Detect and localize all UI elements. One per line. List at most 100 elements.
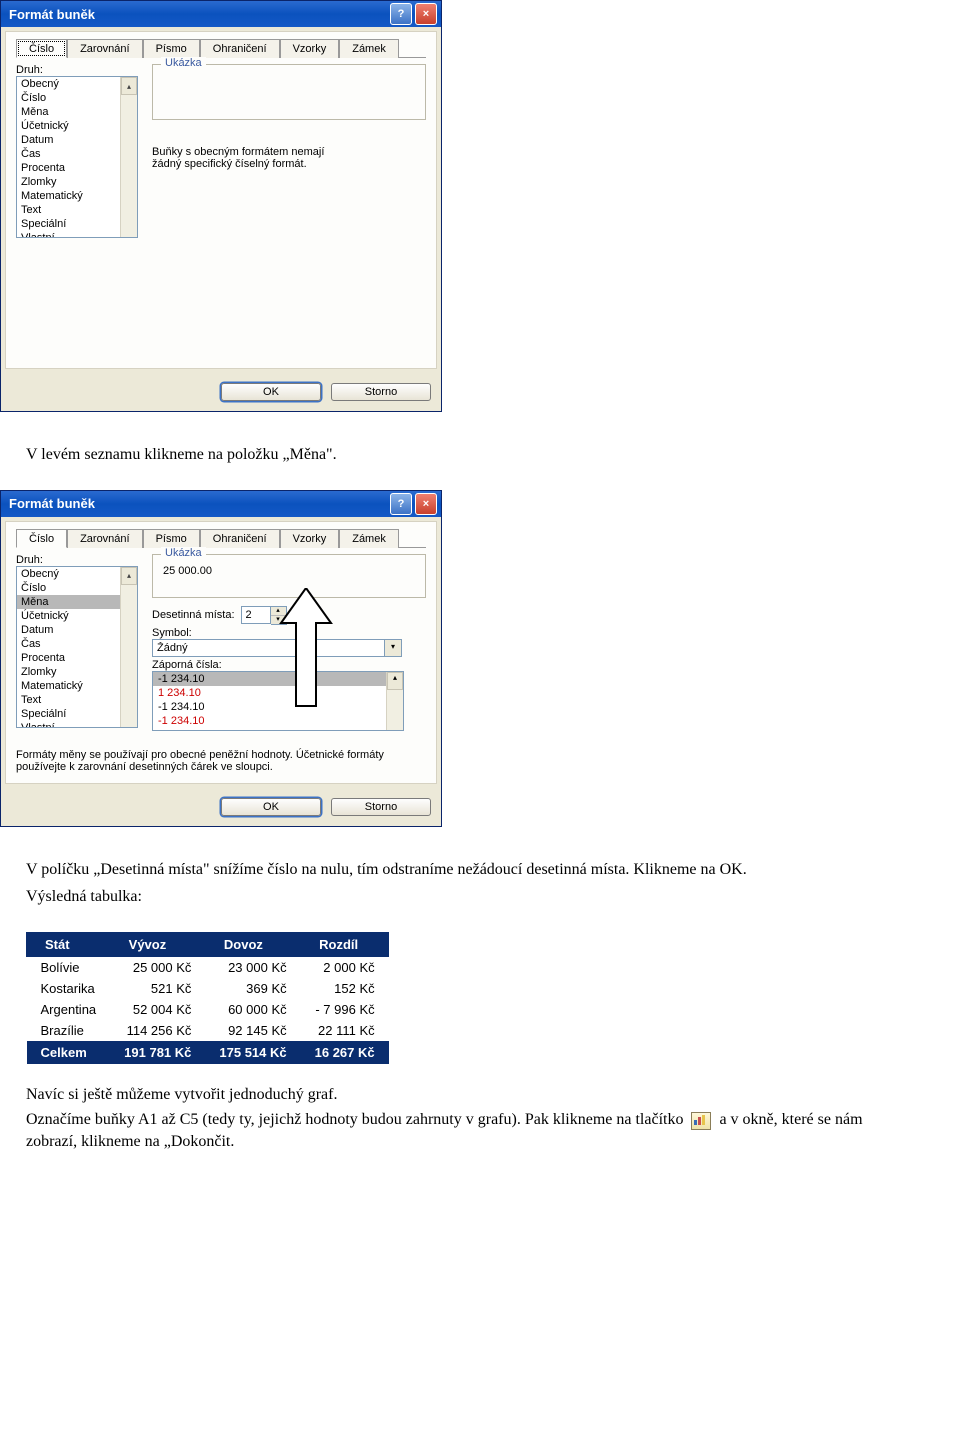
list-item[interactable]: Číslo	[17, 91, 137, 105]
table-row: Bolívie 25 000 Kč 23 000 Kč 2 000 Kč	[27, 956, 389, 978]
negative-label: Záporná čísla:	[152, 659, 426, 671]
table-row: Argentina 52 004 Kč 60 000 Kč - 7 996 Kč	[27, 999, 389, 1020]
titlebar[interactable]: Formát buněk ? ×	[1, 1, 441, 27]
cancel-button[interactable]: Storno	[331, 798, 431, 816]
tab-strip: Číslo Zarovnání Písmo Ohraničení Vzorky …	[16, 528, 426, 548]
sample-legend: Ukázka	[161, 547, 206, 559]
tab-alignment[interactable]: Zarovnání	[67, 529, 143, 548]
list-item[interactable]: Datum	[17, 133, 137, 147]
negative-numbers-list[interactable]: -1 234.10 1 234.10 -1 234.10 -1 234.10 ▴	[152, 671, 404, 731]
tab-patterns[interactable]: Vzorky	[280, 529, 340, 548]
list-item[interactable]: Procenta	[17, 651, 137, 665]
list-item[interactable]: Vlastní	[17, 231, 137, 238]
close-button[interactable]: ×	[415, 3, 437, 25]
list-item[interactable]: Obecný	[17, 77, 137, 91]
tab-number[interactable]: Číslo	[16, 529, 67, 548]
list-item[interactable]: Číslo	[17, 581, 137, 595]
decimal-places-input[interactable]	[241, 606, 271, 624]
tab-alignment[interactable]: Zarovnání	[67, 39, 143, 58]
category-label: Druh:	[16, 554, 138, 566]
decimal-places-spinner[interactable]: ▴▾	[241, 606, 287, 625]
titlebar[interactable]: Formát buněk ? ×	[1, 491, 441, 517]
list-item[interactable]: Účetnický	[17, 609, 137, 623]
chevron-down-icon[interactable]: ▾	[385, 639, 402, 657]
tab-border[interactable]: Ohraničení	[200, 529, 280, 548]
scroll-up-icon[interactable]: ▴	[121, 567, 137, 585]
list-item[interactable]: Text	[17, 203, 137, 217]
symbol-label: Symbol:	[152, 627, 426, 639]
list-item[interactable]: Speciální	[17, 707, 137, 721]
list-item[interactable]: Datum	[17, 623, 137, 637]
instruction-text: Výsledná tabulka:	[0, 886, 960, 932]
close-button[interactable]: ×	[415, 493, 437, 515]
category-listbox[interactable]: Obecný Číslo Měna Účetnický Datum Čas Pr…	[16, 566, 138, 728]
format-cells-dialog-2: Formát buněk ? × Číslo Zarovnání Písmo O…	[0, 490, 442, 827]
tab-protection[interactable]: Zámek	[339, 529, 399, 548]
table-footer-row: Celkem 191 781 Kč 175 514 Kč 16 267 Kč	[27, 1041, 389, 1064]
instruction-text: V levém seznamu klikneme na položku „Měn…	[0, 424, 960, 490]
spin-up-icon[interactable]: ▴	[271, 607, 286, 616]
sample-help-text: Buňky s obecným formátem nemají	[152, 146, 426, 158]
table-header-row: Stát Vývoz Dovoz Rozdíl	[27, 932, 389, 956]
list-item[interactable]: Vlastní	[17, 721, 137, 728]
category-label: Druh:	[16, 64, 138, 76]
category-listbox[interactable]: Obecný Číslo Měna Účetnický Datum Čas Pr…	[16, 76, 138, 238]
list-item[interactable]: Text	[17, 693, 137, 707]
ok-button[interactable]: OK	[221, 383, 321, 401]
table-header: Dovoz	[205, 932, 300, 956]
help-button[interactable]: ?	[390, 3, 412, 25]
list-item[interactable]: Čas	[17, 147, 137, 161]
dialog-title: Formát buněk	[9, 496, 387, 511]
list-item[interactable]: Obecný	[17, 567, 137, 581]
scrollbar[interactable]: ▴	[120, 567, 137, 727]
cancel-button[interactable]: Storno	[331, 383, 431, 401]
instruction-text: V políčku „Desetinná místa" snížíme čísl…	[0, 839, 960, 887]
list-item[interactable]: Matematický	[17, 679, 137, 693]
tab-border[interactable]: Ohraničení	[200, 39, 280, 58]
table-header: Stát	[27, 932, 111, 956]
list-item[interactable]: Měna	[17, 105, 137, 119]
sample-legend: Ukázka	[161, 57, 206, 69]
chart-wizard-icon	[691, 1112, 711, 1130]
list-item[interactable]: -1 234.10	[153, 672, 403, 686]
scroll-up-icon[interactable]: ▴	[121, 77, 137, 95]
decimal-label: Desetinná místa:	[152, 609, 235, 621]
list-item[interactable]: Účetnický	[17, 119, 137, 133]
format-cells-dialog-1: Formát buněk ? × Číslo Zarovnání Písmo O…	[0, 0, 442, 412]
dialog-title: Formát buněk	[9, 7, 387, 22]
tab-strip: Číslo Zarovnání Písmo Ohraničení Vzorky …	[16, 38, 426, 58]
list-item[interactable]: 1 234.10	[153, 686, 403, 700]
list-item[interactable]: Speciální	[17, 217, 137, 231]
scrollbar[interactable]: ▴	[386, 672, 403, 730]
table-row: Kostarika 521 Kč 369 Kč 152 Kč	[27, 978, 389, 999]
instruction-text: Navíc si ještě můžeme vytvořit jednoduch…	[0, 1064, 960, 1110]
ok-button[interactable]: OK	[221, 798, 321, 816]
table-header: Rozdíl	[301, 932, 389, 956]
list-item[interactable]: Měna	[17, 595, 137, 609]
sample-value: 25 000.00	[161, 563, 417, 579]
list-item[interactable]: Čas	[17, 637, 137, 651]
help-text: používejte k zarovnání desetinných čárek…	[16, 761, 426, 773]
tab-number[interactable]: Číslo	[16, 39, 67, 58]
symbol-combo[interactable]: ▾	[152, 639, 402, 657]
result-table: Stát Vývoz Dovoz Rozdíl Bolívie 25 000 K…	[26, 932, 389, 1064]
list-item[interactable]: Matematický	[17, 189, 137, 203]
instruction-text: Označíme buňky A1 až C5 (tedy ty, jejich…	[0, 1109, 960, 1176]
scrollbar[interactable]: ▴	[120, 77, 137, 237]
list-item[interactable]: Zlomky	[17, 665, 137, 679]
scroll-up-icon[interactable]: ▴	[387, 672, 403, 690]
help-button[interactable]: ?	[390, 493, 412, 515]
list-item[interactable]: Procenta	[17, 161, 137, 175]
tab-font[interactable]: Písmo	[143, 529, 200, 548]
help-text: Formáty měny se používají pro obecné pen…	[16, 749, 426, 761]
tab-protection[interactable]: Zámek	[339, 39, 399, 58]
list-item[interactable]: -1 234.10	[153, 714, 403, 728]
list-item[interactable]: -1 234.10	[153, 700, 403, 714]
spin-down-icon[interactable]: ▾	[271, 616, 286, 624]
sample-help-text: žádný specifický číselný formát.	[152, 158, 426, 170]
table-header: Vývoz	[110, 932, 205, 956]
tab-font[interactable]: Písmo	[143, 39, 200, 58]
tab-patterns[interactable]: Vzorky	[280, 39, 340, 58]
symbol-input[interactable]	[152, 639, 385, 657]
list-item[interactable]: Zlomky	[17, 175, 137, 189]
